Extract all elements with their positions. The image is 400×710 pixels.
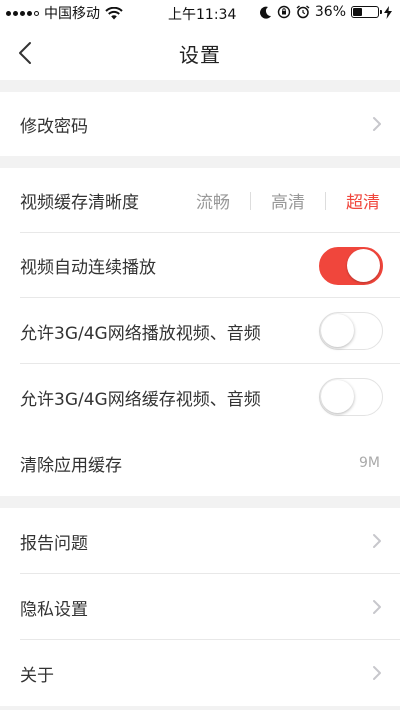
battery-percent: 36% — [314, 4, 346, 20]
mobile-cache-toggle[interactable] — [319, 378, 383, 416]
wifi-icon — [105, 6, 123, 19]
quality-separator — [325, 191, 326, 210]
toggle-knob — [347, 248, 380, 282]
chevron-right-icon — [373, 600, 381, 614]
autoplay-toggle[interactable] — [319, 246, 383, 285]
about-row[interactable]: 关于 — [0, 640, 400, 706]
mobile-play-toggle[interactable] — [319, 312, 383, 350]
status-time: 上午11:34 — [168, 7, 237, 23]
mobile-cache-label: 允许3G/4G网络缓存视频、音频 — [20, 389, 261, 410]
chevron-left-icon — [19, 42, 31, 64]
report-issue-label: 报告问题 — [20, 533, 88, 554]
status-left: 中国移动 — [0, 3, 123, 23]
chevron-right-icon — [373, 534, 381, 548]
quality-option-super-hd[interactable]: 超清 — [346, 188, 380, 213]
change-password-label: 修改密码 — [20, 116, 88, 137]
nav-bar: 设置 — [0, 26, 400, 80]
video-quality-options: 流畅 高清 超清 — [196, 168, 380, 233]
status-bar: 中国移动 上午11:34 36% — [0, 0, 400, 26]
mobile-cache-row: 允许3G/4G网络缓存视频、音频 — [0, 364, 400, 430]
quality-option-smooth[interactable]: 流畅 — [196, 188, 230, 213]
battery-fill — [353, 8, 362, 16]
signal-dots-icon — [6, 10, 39, 16]
report-issue-row[interactable]: 报告问题 — [0, 508, 400, 574]
toggle-knob — [321, 314, 354, 347]
alarm-icon — [296, 5, 310, 19]
quality-option-hd[interactable]: 高清 — [271, 188, 305, 213]
carrier-name: 中国移动 — [44, 6, 100, 22]
back-button[interactable] — [10, 36, 40, 70]
mobile-play-row: 允许3G/4G网络播放视频、音频 — [0, 298, 400, 364]
charging-bolt-icon — [384, 5, 392, 19]
clear-cache-label: 清除应用缓存 — [20, 455, 122, 476]
change-password-row[interactable]: 修改密码 — [0, 92, 400, 156]
autoplay-row: 视频自动连续播放 — [0, 233, 400, 298]
moon-icon — [259, 6, 271, 19]
quality-separator — [250, 191, 251, 210]
page-title: 设置 — [179, 42, 221, 67]
mobile-play-label: 允许3G/4G网络播放视频、音频 — [20, 323, 261, 344]
video-quality-label: 视频缓存清晰度 — [20, 193, 139, 213]
autoplay-label: 视频自动连续播放 — [20, 258, 156, 278]
about-label: 关于 — [20, 665, 54, 686]
video-quality-row: 视频缓存清晰度 流畅 高清 超清 — [0, 168, 400, 233]
chevron-right-icon — [373, 117, 381, 131]
privacy-settings-label: 隐私设置 — [20, 599, 88, 620]
battery-icon — [351, 6, 382, 18]
status-right: 36% — [259, 4, 392, 20]
rotation-lock-icon — [277, 5, 291, 19]
toggle-knob — [321, 380, 354, 413]
chevron-right-icon — [373, 666, 381, 680]
clear-cache-row[interactable]: 清除应用缓存 9M — [0, 430, 400, 496]
privacy-settings-row[interactable]: 隐私设置 — [0, 574, 400, 640]
cache-size-value: 9M — [359, 455, 380, 471]
